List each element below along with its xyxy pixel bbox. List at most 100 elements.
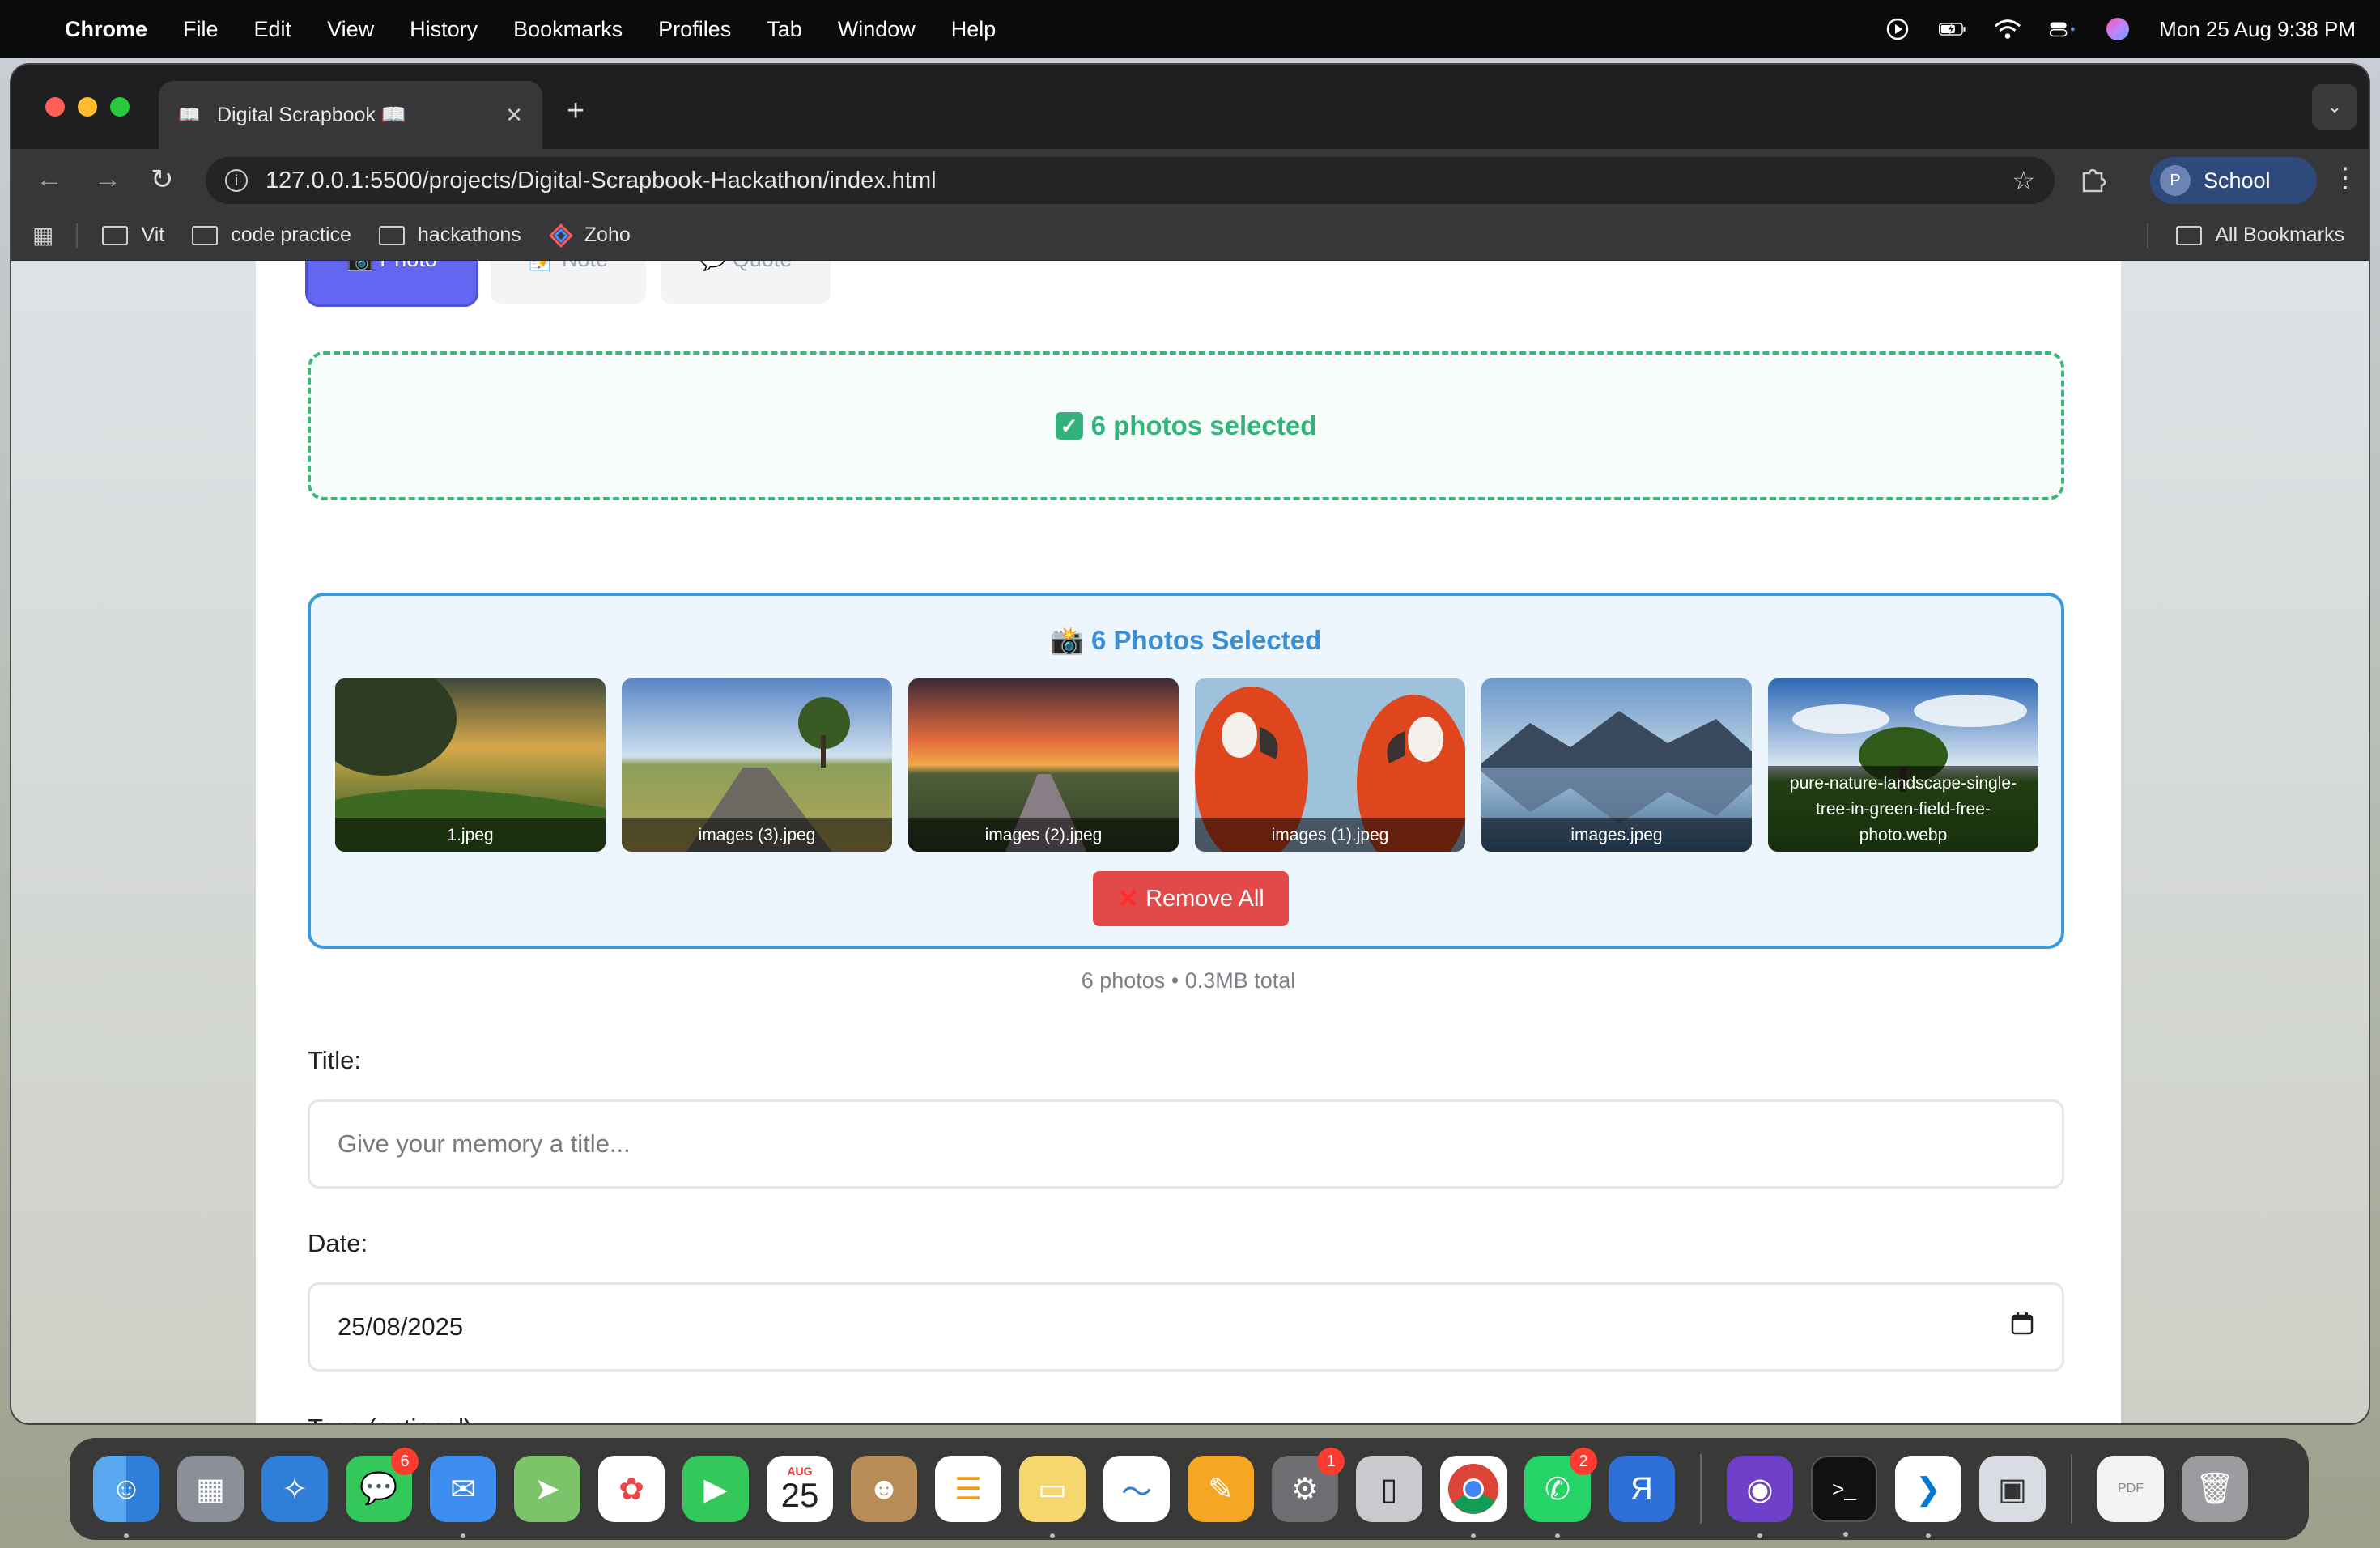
messages-icon[interactable]: 💬 6 xyxy=(346,1448,419,1522)
apps-grid-icon[interactable]: ▦ xyxy=(32,222,53,249)
menu-file[interactable]: File xyxy=(183,17,219,42)
whatsapp-badge: 2 xyxy=(1570,1448,1597,1475)
siri-icon[interactable] xyxy=(2104,17,2131,41)
whatsapp-icon[interactable]: ✆ 2 xyxy=(1524,1448,1597,1538)
title-input[interactable]: Give your memory a title... xyxy=(308,1099,2064,1189)
page-viewport: 📷 Photo 📝 Note 💬 Quote ✓ 6 photos select… xyxy=(11,261,2369,1423)
reload-icon[interactable]: ↻ xyxy=(151,164,174,196)
profile-label: School xyxy=(2204,168,2271,193)
freeform-icon[interactable]: 〜 xyxy=(1103,1456,1170,1522)
photo-filename: images.jpeg xyxy=(1481,818,1752,852)
browser-menu-icon[interactable]: ⋮ xyxy=(2331,162,2359,194)
pdf-document-icon[interactable]: PDF xyxy=(2097,1456,2164,1522)
bookmark-star-icon[interactable]: ☆ xyxy=(2012,165,2035,196)
bookmark-zoho[interactable]: Zoho xyxy=(548,223,631,248)
photo-dropzone[interactable]: ✓ 6 photos selected xyxy=(308,351,2064,500)
terminal-icon[interactable]: >_ xyxy=(1811,1456,1877,1537)
browser-window: 📖 Digital Scrapbook 📖 ✕ + ⌄ ← → ↻ i 127.… xyxy=(11,65,2369,1423)
bookmark-folder-code-practice[interactable]: code practice xyxy=(192,223,351,247)
running-indicator xyxy=(1050,1533,1055,1538)
calendar-picker-icon[interactable] xyxy=(2010,1312,2034,1342)
iphone-mirroring-icon[interactable]: ▯ xyxy=(1356,1456,1422,1522)
running-indicator xyxy=(461,1533,465,1538)
launchpad-icon[interactable]: ▦ xyxy=(177,1456,244,1522)
contacts-icon[interactable]: ☻ xyxy=(851,1456,917,1522)
preview-icon[interactable]: ▣ xyxy=(1979,1456,2046,1522)
remove-all-button[interactable]: ✕ Remove All xyxy=(1093,871,1289,926)
profile-button[interactable]: P School xyxy=(2150,157,2317,204)
menu-profiles[interactable]: Profiles xyxy=(658,17,731,42)
photo-thumbnails: 1.jpeg images (3).jpeg images (2).jpeg i… xyxy=(335,678,2038,852)
quote-type-button[interactable]: 💬 Quote xyxy=(661,261,831,304)
photo-thumbnail[interactable]: pure-nature-landscape-single-tree-in-gre… xyxy=(1768,678,2038,852)
date-label: Date: xyxy=(308,1229,368,1257)
preview-title: 📸 6 Photos Selected xyxy=(1050,625,1322,655)
calendar-icon[interactable]: AUG 25 xyxy=(767,1456,833,1522)
photo-thumbnail[interactable]: images (2).jpeg xyxy=(908,678,1179,852)
pages-icon[interactable]: ✎ xyxy=(1188,1456,1254,1522)
all-bookmarks-button[interactable]: All Bookmarks xyxy=(2147,223,2344,248)
menu-tab[interactable]: Tab xyxy=(767,17,802,42)
menu-history[interactable]: History xyxy=(410,17,478,42)
tab-strip: 📖 Digital Scrapbook 📖 ✕ + ⌄ xyxy=(11,65,2369,149)
maps-icon[interactable]: ➤ xyxy=(514,1456,580,1522)
new-tab-icon[interactable]: + xyxy=(567,94,584,129)
tab-search-chevron-icon[interactable]: ⌄ xyxy=(2312,84,2357,130)
book-favicon-icon: 📖 xyxy=(178,104,201,125)
photo-thumbnail[interactable]: images.jpeg xyxy=(1481,678,1752,852)
menu-view[interactable]: View xyxy=(327,17,374,42)
photo-type-button[interactable]: 📷 Photo xyxy=(308,261,476,304)
bookmark-folder-vit[interactable]: Vit xyxy=(102,223,164,247)
extensions-puzzle-icon[interactable] xyxy=(2079,165,2106,199)
minimize-window-button[interactable] xyxy=(78,97,97,117)
bookmark-folder-hackathons[interactable]: hackathons xyxy=(378,223,521,247)
bookmark-label: Zoho xyxy=(584,223,631,246)
tab-digital-scrapbook[interactable]: 📖 Digital Scrapbook 📖 ✕ xyxy=(159,81,542,149)
close-window-button[interactable] xyxy=(45,97,65,117)
reminders-icon[interactable]: ☰ xyxy=(935,1456,1001,1522)
folder-icon xyxy=(102,225,129,245)
wifi-icon[interactable] xyxy=(1994,17,2021,41)
menu-help[interactable]: Help xyxy=(951,17,997,42)
photo-thumbnail[interactable]: 1.jpeg xyxy=(335,678,606,852)
photo-thumbnail[interactable]: images (1).jpeg xyxy=(1195,678,1465,852)
menubar-clock[interactable]: Mon 25 Aug 9:38 PM xyxy=(2159,17,2356,42)
screen-record-icon[interactable] xyxy=(1884,17,1911,41)
running-indicator xyxy=(1926,1533,1931,1538)
tab-title: Digital Scrapbook 📖 xyxy=(217,103,407,126)
date-input[interactable]: 25/08/2025 xyxy=(308,1282,2064,1372)
menu-app-chrome[interactable]: Chrome xyxy=(65,17,147,42)
photo-thumbnail[interactable]: images (3).jpeg xyxy=(622,678,892,852)
back-arrow-icon[interactable]: ← xyxy=(36,164,63,195)
control-center-icon[interactable] xyxy=(2049,17,2076,41)
url-text[interactable]: 127.0.0.1:5500/projects/Digital-Scrapboo… xyxy=(266,168,937,194)
folder-icon xyxy=(192,225,219,245)
notes-icon[interactable]: ▭ xyxy=(1019,1456,1086,1538)
photos-summary: 6 photos • 0.3MB total xyxy=(1081,968,1296,993)
note-type-button[interactable]: 📝 Note xyxy=(491,261,646,304)
system-settings-icon[interactable]: ⚙ 1 xyxy=(1272,1448,1345,1522)
settings-badge: 1 xyxy=(1317,1448,1345,1475)
github-desktop-icon[interactable]: ◉ xyxy=(1727,1456,1793,1538)
battery-icon[interactable] xyxy=(1939,17,1966,41)
safari-icon[interactable]: ✧ xyxy=(261,1456,328,1522)
close-tab-icon[interactable]: ✕ xyxy=(505,103,523,128)
facetime-icon[interactable]: ▶ xyxy=(682,1456,749,1522)
address-bar[interactable]: i 127.0.0.1:5500/projects/Digital-Scrapb… xyxy=(206,157,2055,204)
bookmarks-divider xyxy=(76,223,79,248)
finder-icon[interactable]: ☺ xyxy=(93,1456,159,1538)
menu-bookmarks[interactable]: Bookmarks xyxy=(513,17,623,42)
chrome-icon[interactable] xyxy=(1440,1456,1507,1538)
browser-toolbar: ← → ↻ i 127.0.0.1:5500/projects/Digital-… xyxy=(11,149,2369,211)
photos-icon[interactable]: ✿ xyxy=(598,1456,665,1522)
menu-window[interactable]: Window xyxy=(838,17,916,42)
zoom-window-button[interactable] xyxy=(110,97,130,117)
mail-icon[interactable]: ✉ xyxy=(430,1456,496,1538)
vscode-icon[interactable]: ❯ xyxy=(1895,1456,1961,1538)
site-info-icon[interactable]: i xyxy=(225,169,248,192)
forward-arrow-icon[interactable]: → xyxy=(94,164,121,195)
title-label: Title: xyxy=(308,1046,362,1074)
trash-icon[interactable]: 🗑 xyxy=(2182,1456,2248,1522)
menu-edit[interactable]: Edit xyxy=(254,17,292,42)
vnc-viewer-icon[interactable]: Я xyxy=(1609,1456,1675,1522)
